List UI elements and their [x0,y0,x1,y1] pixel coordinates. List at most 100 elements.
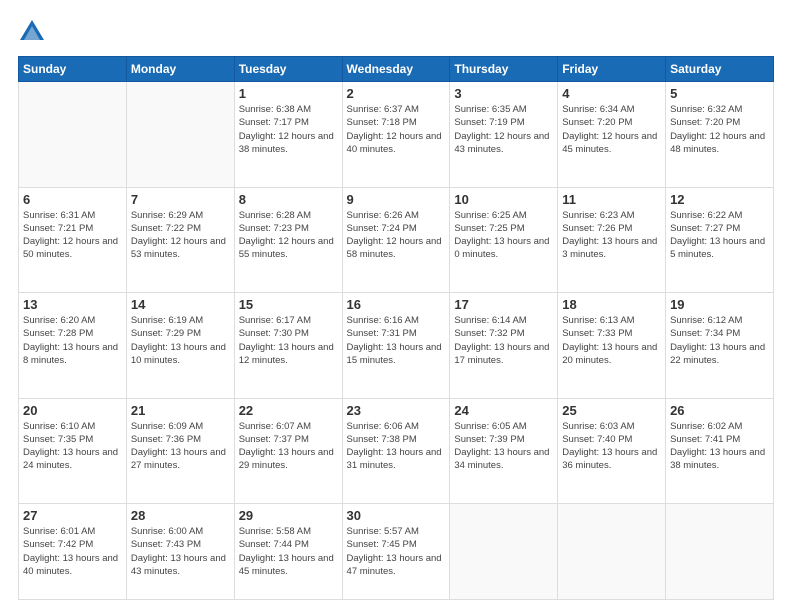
calendar-cell-15: 13 Sunrise: 6:20 AM Sunset: 7:28 PM Dayli… [19,293,127,399]
day-info: Sunrise: 6:38 AM Sunset: 7:17 PM Dayligh… [239,103,338,156]
day-info: Sunrise: 6:14 AM Sunset: 7:32 PM Dayligh… [454,314,553,367]
day-number: 19 [670,297,769,312]
day-number: 10 [454,192,553,207]
weekday-header-thursday: Thursday [450,57,558,82]
day-number: 27 [23,508,122,523]
day-info: Sunrise: 6:17 AM Sunset: 7:30 PM Dayligh… [239,314,338,367]
day-number: 1 [239,86,338,101]
day-number: 15 [239,297,338,312]
day-number: 9 [347,192,446,207]
calendar-cell-14: 12 Sunrise: 6:22 AM Sunset: 7:27 PM Dayli… [666,187,774,293]
calendar-cell-29: 27 Sunrise: 6:01 AM Sunset: 7:42 PM Dayli… [19,504,127,600]
day-info: Sunrise: 6:32 AM Sunset: 7:20 PM Dayligh… [670,103,769,156]
day-number: 13 [23,297,122,312]
day-info: Sunrise: 6:07 AM Sunset: 7:37 PM Dayligh… [239,420,338,473]
day-number: 24 [454,403,553,418]
calendar-row-3: 13 Sunrise: 6:20 AM Sunset: 7:28 PM Dayli… [19,293,774,399]
day-number: 14 [131,297,230,312]
day-number: 3 [454,86,553,101]
day-info: Sunrise: 6:28 AM Sunset: 7:23 PM Dayligh… [239,209,338,262]
logo-icon [18,18,46,46]
calendar-cell-28: 26 Sunrise: 6:02 AM Sunset: 7:41 PM Dayli… [666,398,774,504]
day-number: 28 [131,508,230,523]
day-info: Sunrise: 6:29 AM Sunset: 7:22 PM Dayligh… [131,209,230,262]
calendar-cell-21: 19Sunrise: 6:12 AM Sunset: 7:34 PM Dayli… [666,293,774,399]
calendar-cell-27: 25Sunrise: 6:03 AM Sunset: 7:40 PM Dayli… [558,398,666,504]
day-number: 21 [131,403,230,418]
weekday-header-sunday: Sunday [19,57,127,82]
day-info: Sunrise: 5:58 AM Sunset: 7:44 PM Dayligh… [239,525,338,578]
day-info: Sunrise: 6:19 AM Sunset: 7:29 PM Dayligh… [131,314,230,367]
day-info: Sunrise: 6:16 AM Sunset: 7:31 PM Dayligh… [347,314,446,367]
calendar-cell-23: 21 Sunrise: 6:09 AM Sunset: 7:36 PM Dayli… [126,398,234,504]
day-info: Sunrise: 6:02 AM Sunset: 7:41 PM Dayligh… [670,420,769,473]
calendar-cell-18: 16 Sunrise: 6:16 AM Sunset: 7:31 PM Dayli… [342,293,450,399]
day-info: Sunrise: 6:03 AM Sunset: 7:40 PM Dayligh… [562,420,661,473]
calendar-row-1: 1 Sunrise: 6:38 AM Sunset: 7:17 PM Daylig… [19,82,774,188]
calendar-cell-5: 3 Sunrise: 6:35 AM Sunset: 7:19 PM Daylig… [450,82,558,188]
day-info: Sunrise: 6:22 AM Sunset: 7:27 PM Dayligh… [670,209,769,262]
day-number: 17 [454,297,553,312]
day-info: Sunrise: 6:20 AM Sunset: 7:28 PM Dayligh… [23,314,122,367]
day-info: Sunrise: 6:13 AM Sunset: 7:33 PM Dayligh… [562,314,661,367]
calendar-cell-10: 8 Sunrise: 6:28 AM Sunset: 7:23 PM Daylig… [234,187,342,293]
calendar-cell-25: 23 Sunrise: 6:06 AM Sunset: 7:38 PM Dayli… [342,398,450,504]
calendar-cell-4: 2 Sunrise: 6:37 AM Sunset: 7:18 PM Daylig… [342,82,450,188]
day-info: Sunrise: 6:35 AM Sunset: 7:19 PM Dayligh… [454,103,553,156]
calendar-cell-34 [558,504,666,600]
calendar-cell-3: 1 Sunrise: 6:38 AM Sunset: 7:17 PM Daylig… [234,82,342,188]
calendar-cell-20: 18 Sunrise: 6:13 AM Sunset: 7:33 PM Dayli… [558,293,666,399]
calendar-cell-13: 11Sunrise: 6:23 AM Sunset: 7:26 PM Dayli… [558,187,666,293]
calendar-cell-9: 7Sunrise: 6:29 AM Sunset: 7:22 PM Daylig… [126,187,234,293]
day-number: 4 [562,86,661,101]
day-info: Sunrise: 6:34 AM Sunset: 7:20 PM Dayligh… [562,103,661,156]
day-info: Sunrise: 6:37 AM Sunset: 7:18 PM Dayligh… [347,103,446,156]
header [18,18,774,46]
day-info: Sunrise: 6:06 AM Sunset: 7:38 PM Dayligh… [347,420,446,473]
weekday-header-monday: Monday [126,57,234,82]
weekday-header-friday: Friday [558,57,666,82]
calendar-cell-1 [19,82,127,188]
day-info: Sunrise: 5:57 AM Sunset: 7:45 PM Dayligh… [347,525,446,578]
calendar-cell-2 [126,82,234,188]
calendar: SundayMondayTuesdayWednesdayThursdayFrid… [18,56,774,600]
day-number: 12 [670,192,769,207]
weekday-header-wednesday: Wednesday [342,57,450,82]
day-info: Sunrise: 6:09 AM Sunset: 7:36 PM Dayligh… [131,420,230,473]
weekday-header-tuesday: Tuesday [234,57,342,82]
calendar-cell-11: 9Sunrise: 6:26 AM Sunset: 7:24 PM Daylig… [342,187,450,293]
day-number: 23 [347,403,446,418]
calendar-cell-32: 30 Sunrise: 5:57 AM Sunset: 7:45 PM Dayli… [342,504,450,600]
day-info: Sunrise: 6:01 AM Sunset: 7:42 PM Dayligh… [23,525,122,578]
day-number: 26 [670,403,769,418]
day-info: Sunrise: 6:05 AM Sunset: 7:39 PM Dayligh… [454,420,553,473]
day-number: 18 [562,297,661,312]
day-info: Sunrise: 6:23 AM Sunset: 7:26 PM Dayligh… [562,209,661,262]
day-number: 29 [239,508,338,523]
calendar-row-2: 6 Sunrise: 6:31 AM Sunset: 7:21 PM Daylig… [19,187,774,293]
calendar-cell-7: 5 Sunrise: 6:32 AM Sunset: 7:20 PM Daylig… [666,82,774,188]
weekday-header-row: SundayMondayTuesdayWednesdayThursdayFrid… [19,57,774,82]
calendar-cell-31: 29 Sunrise: 5:58 AM Sunset: 7:44 PM Dayli… [234,504,342,600]
day-info: Sunrise: 6:25 AM Sunset: 7:25 PM Dayligh… [454,209,553,262]
calendar-cell-22: 20Sunrise: 6:10 AM Sunset: 7:35 PM Dayli… [19,398,127,504]
day-number: 30 [347,508,446,523]
day-number: 6 [23,192,122,207]
calendar-cell-6: 4 Sunrise: 6:34 AM Sunset: 7:20 PM Daylig… [558,82,666,188]
weekday-header-saturday: Saturday [666,57,774,82]
calendar-cell-30: 28 Sunrise: 6:00 AM Sunset: 7:43 PM Dayli… [126,504,234,600]
day-info: Sunrise: 6:00 AM Sunset: 7:43 PM Dayligh… [131,525,230,578]
calendar-cell-26: 24 Sunrise: 6:05 AM Sunset: 7:39 PM Dayli… [450,398,558,504]
day-info: Sunrise: 6:31 AM Sunset: 7:21 PM Dayligh… [23,209,122,262]
calendar-cell-19: 17 Sunrise: 6:14 AM Sunset: 7:32 PM Dayli… [450,293,558,399]
page: SundayMondayTuesdayWednesdayThursdayFrid… [0,0,792,612]
day-number: 8 [239,192,338,207]
calendar-cell-35 [666,504,774,600]
calendar-row-4: 20Sunrise: 6:10 AM Sunset: 7:35 PM Dayli… [19,398,774,504]
day-number: 16 [347,297,446,312]
day-number: 20 [23,403,122,418]
day-number: 5 [670,86,769,101]
calendar-cell-12: 10 Sunrise: 6:25 AM Sunset: 7:25 PM Dayli… [450,187,558,293]
day-number: 2 [347,86,446,101]
calendar-cell-16: 14 Sunrise: 6:19 AM Sunset: 7:29 PM Dayli… [126,293,234,399]
